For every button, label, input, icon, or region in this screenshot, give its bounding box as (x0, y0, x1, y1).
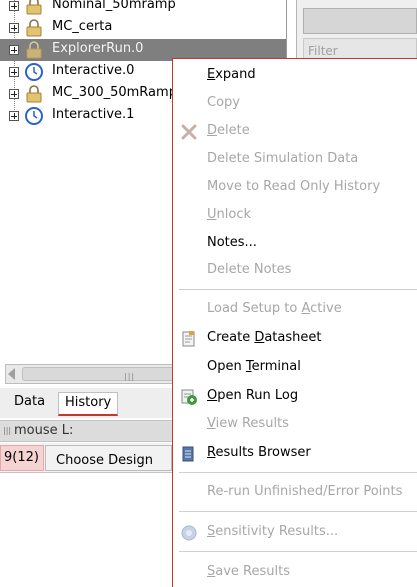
lock-icon (26, 85, 42, 103)
tree-item-label: ExplorerRun.0 (52, 41, 144, 56)
scroll-left-icon[interactable] (8, 368, 15, 380)
menu-item-label: Notes... (207, 235, 257, 250)
clock-icon (25, 107, 43, 125)
menu-item-rerun-unfinished-error-points[interactable]: Re-run Unfinished/Error Points (173, 480, 417, 506)
tree-row-mc-certa[interactable]: MC_certa (0, 17, 286, 39)
menu-item-delete-simulation-data[interactable]: Delete Simulation Data (173, 147, 417, 173)
expand-toggle-icon[interactable] (9, 1, 19, 11)
choose-design-button[interactable]: Choose Design (45, 445, 172, 471)
tree-item-label: Interactive.0 (52, 63, 135, 78)
expand-toggle-icon[interactable] (9, 45, 19, 55)
menu-item-copy[interactable]: Copy (173, 91, 417, 117)
menu-item-save-results[interactable]: Save Results (173, 560, 417, 586)
menu-item-label: Create Datasheet (207, 330, 322, 345)
menu-item-view-results[interactable]: View Results (173, 412, 417, 438)
menu-item-delete-notes[interactable]: Delete Notes (173, 258, 417, 284)
menu-item-label: Delete Simulation Data (207, 151, 359, 166)
menu-item-sensitivity-results[interactable]: Sensitivity Results... (173, 520, 417, 546)
lock-icon (26, 41, 42, 59)
menu-item-label: Move to Read Only History (207, 179, 381, 194)
menu-item-delete[interactable]: Delete (173, 119, 417, 145)
menu-item-label: Re-run Unfinished/Error Points (207, 484, 403, 499)
menu-item-label: Delete Notes (207, 262, 292, 277)
status-count-badge: 9(12) (0, 445, 44, 471)
menu-item-expand[interactable]: Expand (173, 63, 417, 89)
delete-x-icon (181, 124, 197, 140)
menu-item-open-terminal[interactable]: Open Terminal (173, 355, 417, 381)
menu-item-label: Expand (207, 67, 256, 82)
menu-item-label: Open Run Log (207, 388, 299, 403)
menu-item-label: Load Setup to Active (207, 301, 342, 316)
menu-item-open-run-log[interactable]: Open Run Log (173, 384, 417, 410)
tree-item-label: MC_300_50mRamp (52, 85, 177, 100)
menu-separator (179, 472, 417, 473)
context-menu: Expand Copy Delete Delete Simulation Dat… (172, 58, 417, 587)
menu-item-load-setup-to-active[interactable]: Load Setup to Active (173, 297, 417, 323)
datasheet-icon (182, 331, 195, 347)
expand-toggle-icon[interactable] (9, 111, 19, 121)
menu-item-label: Results Browser (207, 445, 311, 460)
menu-item-label: Delete (207, 123, 250, 138)
menu-item-move-to-read-only-history[interactable]: Move to Read Only History (173, 175, 417, 201)
menu-item-label: Open Terminal (207, 359, 301, 374)
grip-icon: ||| (3, 426, 12, 435)
sensitivity-icon (181, 525, 197, 541)
mouse-label: mouse L: (14, 423, 74, 438)
menu-item-unlock[interactable]: Unlock (173, 203, 417, 229)
menu-item-create-datasheet[interactable]: Create Datasheet (173, 326, 417, 352)
scroll-grip-icon: ||| (124, 372, 136, 381)
tree-item-label: MC_certa (52, 19, 113, 34)
expand-toggle-icon[interactable] (9, 67, 19, 77)
lock-icon (26, 19, 42, 37)
menu-separator (179, 289, 417, 290)
lock-icon (26, 0, 42, 15)
results-browser-icon (182, 446, 194, 462)
expand-toggle-icon[interactable] (9, 23, 19, 33)
menu-item-results-browser[interactable]: Results Browser (173, 441, 417, 467)
menu-item-label: Unlock (207, 207, 251, 222)
menu-item-label: View Results (207, 416, 289, 431)
tree-row-nominal-50mramp[interactable]: Nominal_50mramp (0, 0, 286, 17)
menu-item-label: Copy (207, 95, 240, 110)
expand-toggle-icon[interactable] (9, 89, 19, 99)
clock-icon (25, 63, 43, 81)
menu-separator (179, 511, 417, 512)
tree-item-label: Interactive.1 (52, 107, 135, 122)
menu-separator (179, 551, 417, 552)
menu-item-notes[interactable]: Notes... (173, 231, 417, 257)
menu-item-label: Save Results (207, 564, 290, 579)
tree-item-label: Nominal_50mramp (52, 0, 176, 12)
tab-history[interactable]: History (58, 392, 119, 416)
right-panel-header (303, 8, 417, 34)
run-log-icon (181, 389, 197, 405)
menu-item-label: Sensitivity Results... (207, 524, 339, 539)
tab-data[interactable]: Data (8, 392, 51, 416)
